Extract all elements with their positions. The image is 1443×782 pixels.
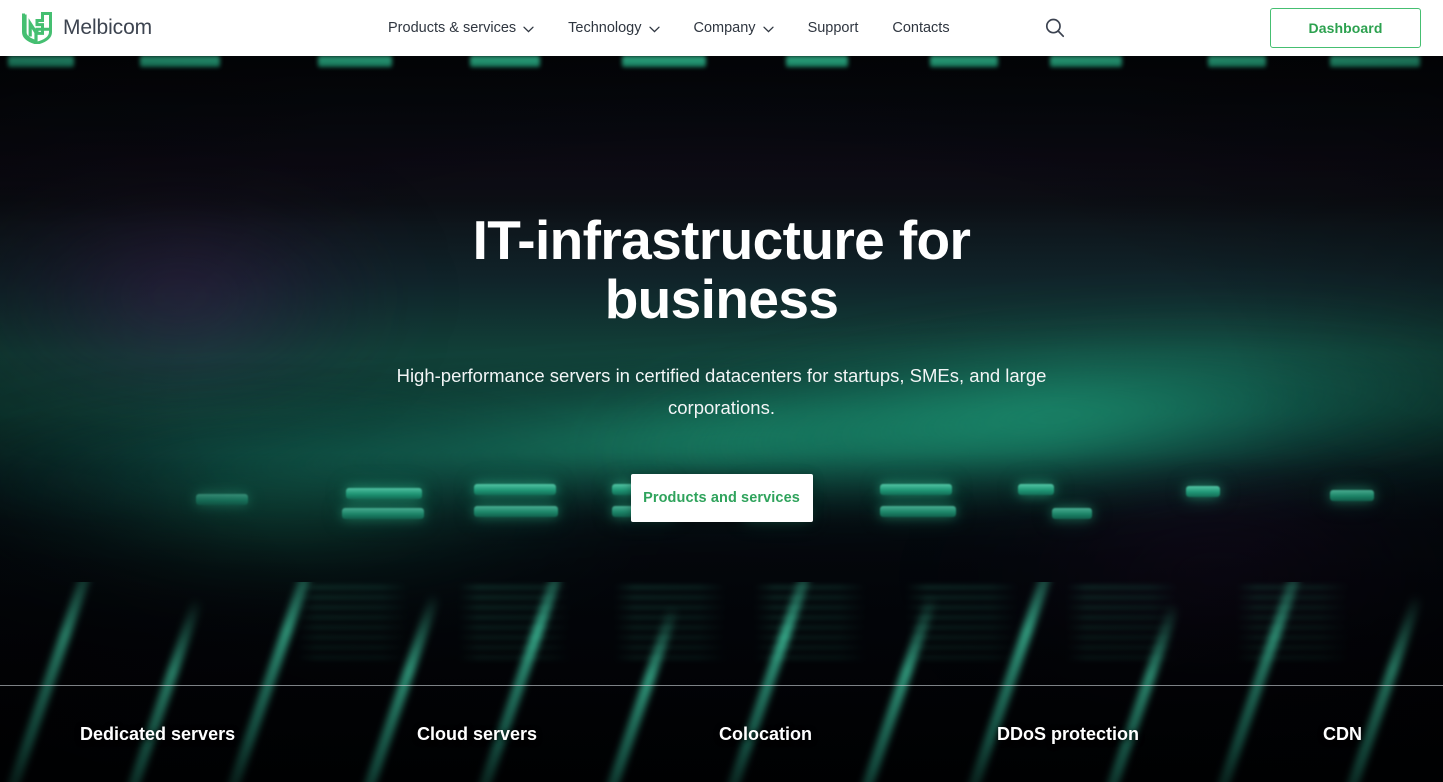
nav-item-products-services[interactable]: Products & services xyxy=(388,20,534,36)
nav-label: Products & services xyxy=(388,20,517,36)
service-link-colocation[interactable]: Colocation xyxy=(719,724,812,745)
main-navigation: Products & services Technology Company S… xyxy=(388,0,950,56)
nav-item-company[interactable]: Company xyxy=(694,20,774,36)
service-links-bar: Dedicated servers Cloud servers Colocati… xyxy=(0,686,1443,782)
products-and-services-button[interactable]: Products and services xyxy=(630,474,813,523)
chevron-down-icon xyxy=(762,26,774,33)
nav-label: Technology xyxy=(568,20,642,36)
nav-label: Contacts xyxy=(892,20,950,36)
service-link-dedicated-servers[interactable]: Dedicated servers xyxy=(80,724,235,745)
dashboard-button[interactable]: Dashboard xyxy=(1270,8,1421,48)
hero-subtitle: High-performance servers in certified da… xyxy=(396,364,1047,418)
service-link-cdn[interactable]: CDN xyxy=(1323,724,1362,745)
page-root: Melbicom Products & services Technology xyxy=(0,0,1443,782)
nav-item-technology[interactable]: Technology xyxy=(568,20,660,36)
page-title: IT-infrastructure for business xyxy=(472,209,971,331)
nav-label: Support xyxy=(807,20,859,36)
search-icon[interactable] xyxy=(1043,16,1067,40)
nav-label: Company xyxy=(693,20,756,36)
melbicom-m-shield-logo-icon xyxy=(22,12,52,45)
nav-item-contacts[interactable]: Contacts xyxy=(892,20,949,36)
service-link-cloud-servers[interactable]: Cloud servers xyxy=(417,724,537,745)
chevron-down-icon xyxy=(648,26,660,33)
chevron-down-icon xyxy=(523,26,534,33)
service-link-ddos-protection[interactable]: DDoS protection xyxy=(997,724,1139,745)
hero-section: IT-infrastructure for business High-perf… xyxy=(0,56,1443,782)
nav-item-support[interactable]: Support xyxy=(808,20,859,36)
hero-content: IT-infrastructure for business High-perf… xyxy=(0,56,1443,523)
brand-name: Melbicom xyxy=(63,16,153,39)
site-header: Melbicom Products & services Technology xyxy=(0,0,1443,56)
brand-logo-link[interactable]: Melbicom xyxy=(22,0,152,56)
